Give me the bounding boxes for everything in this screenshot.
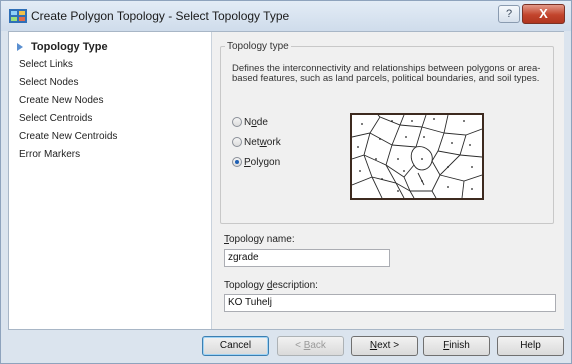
radio-network[interactable]: Network <box>232 137 281 148</box>
nav-item-select-nodes[interactable]: Select Nodes <box>19 77 78 91</box>
button-label: ext > <box>377 340 400 351</box>
topology-type-panel: Topology type Defines the interconnectiv… <box>211 32 564 329</box>
radio-label-mnemonic: w <box>259 137 267 148</box>
polygon-topology-preview-image <box>350 113 484 200</box>
radio-label-part: de <box>256 117 268 128</box>
help-icon: ? <box>505 8 513 20</box>
radio-indicator-selected[interactable] <box>232 157 242 167</box>
topology-description-label: Topology description: <box>224 280 318 291</box>
nav-item-create-new-nodes[interactable]: Create New Nodes <box>19 95 103 109</box>
nav-item-label: Select Nodes <box>19 77 79 88</box>
button-label: < <box>295 340 304 351</box>
radio-label-part: olygon <box>250 157 281 168</box>
nav-item-create-new-centroids[interactable]: Create New Centroids <box>19 131 117 145</box>
topology-type-description: Defines the interconnectivity and relati… <box>232 63 541 84</box>
nav-item-label: Error Markers <box>19 149 81 160</box>
nav-item-error-markers[interactable]: Error Markers <box>19 149 80 163</box>
radio-indicator[interactable] <box>232 137 242 147</box>
dialog-footer: Cancel < Back Next > Finish Help <box>1 330 571 364</box>
radio-label-part: ork <box>266 137 281 148</box>
radio-label-mnemonic: P <box>244 157 251 168</box>
nav-item-label: Select Centroids <box>19 113 93 124</box>
radio-node[interactable]: Node <box>232 117 268 128</box>
finish-button[interactable]: Finish <box>423 336 490 356</box>
window-title: Create Polygon Topology - Select Topolog… <box>31 9 290 23</box>
help-button[interactable]: Help <box>497 336 564 356</box>
nav-item-label: Topology Type <box>31 41 108 53</box>
topology-name-input[interactable]: zgrade <box>224 249 390 267</box>
cancel-button[interactable]: Cancel <box>202 336 269 356</box>
wizard-steps-nav: Topology Type Select Links Select Nodes … <box>9 32 209 329</box>
back-button[interactable]: < Back <box>277 336 344 356</box>
close-button[interactable]: X <box>522 4 565 24</box>
nav-item-label: Create New Nodes <box>19 95 104 106</box>
radio-label-part: Net <box>244 137 260 148</box>
label-text: Topology <box>224 280 267 291</box>
create-polygon-topology-dialog: Create Polygon Topology - Select Topolog… <box>0 0 572 364</box>
label-text: escription: <box>272 280 318 291</box>
title-bar: Create Polygon Topology - Select Topolog… <box>1 1 571 31</box>
radio-indicator[interactable] <box>232 117 242 127</box>
button-label: ack <box>310 340 326 351</box>
radio-polygon[interactable]: Polygon <box>232 157 280 168</box>
topology-type-group-label: Topology type <box>225 41 291 52</box>
nav-item-label: Select Links <box>19 59 73 70</box>
label-text: opology name: <box>229 234 295 245</box>
nav-item-topology-type[interactable]: Topology Type <box>17 41 108 55</box>
button-label: inish <box>449 340 470 351</box>
wizard-content: Topology Type Select Links Select Nodes … <box>8 31 564 330</box>
nav-item-label: Create New Centroids <box>19 131 118 142</box>
next-button[interactable]: Next > <box>351 336 418 356</box>
topology-app-icon <box>9 9 27 23</box>
polygon-map-illustration <box>352 115 482 198</box>
nav-item-select-links[interactable]: Select Links <box>19 59 73 73</box>
topology-name-label: Topology name: <box>224 234 295 245</box>
nav-item-select-centroids[interactable]: Select Centroids <box>19 113 92 127</box>
help-title-button[interactable]: ? <box>498 5 520 23</box>
current-step-arrow-icon <box>17 43 23 51</box>
close-icon: X <box>539 6 548 21</box>
topology-description-input[interactable]: KO Tuhelj <box>224 294 556 312</box>
